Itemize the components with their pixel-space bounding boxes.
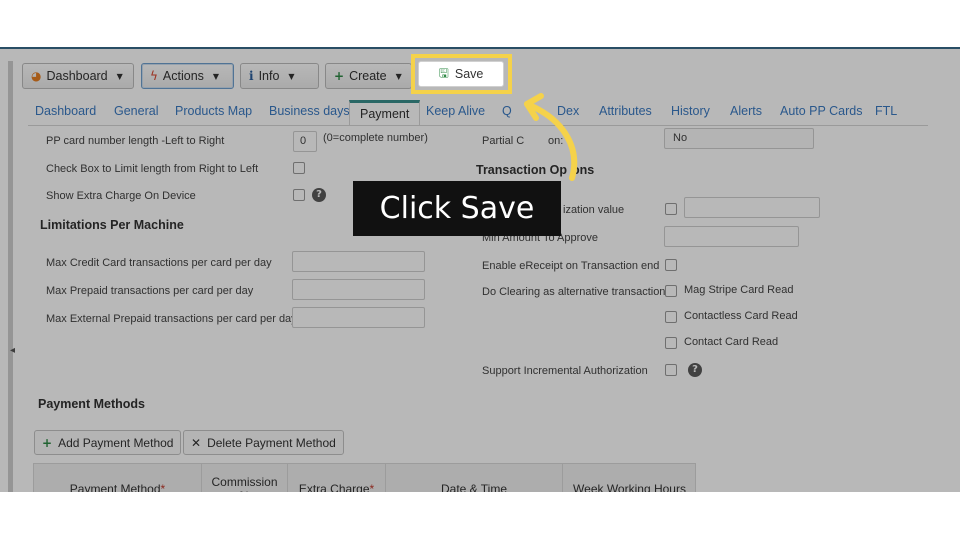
tab-q[interactable]: Q [502, 104, 512, 118]
add-payment-method-label: Add Payment Method [58, 435, 174, 450]
chevron-down-icon: ▼ [288, 71, 295, 81]
tab-dashboard[interactable]: Dashboard [35, 104, 96, 118]
actions-button[interactable]: ϟ Actions ▼ [141, 63, 234, 89]
delete-payment-method-label: Delete Payment Method [207, 435, 336, 450]
extra-charge-label: Show Extra Charge On Device [46, 190, 196, 202]
tab-payment[interactable]: Payment [349, 100, 421, 126]
pie-chart-icon: ◕ [31, 69, 42, 83]
chevron-down-icon: ▼ [395, 71, 402, 81]
floppy-disk-icon: 🖫 [438, 65, 449, 80]
ereceipt-label: Enable eReceipt on Transaction end [482, 260, 660, 272]
tooltip-text: Click Save [379, 191, 535, 226]
partial-confirmation-label-start: Partial C [482, 135, 525, 147]
incremental-auth-label: Support Incremental Authorization [482, 365, 648, 377]
max-credit-input[interactable] [292, 251, 425, 272]
tab-products-map[interactable]: Products Map [175, 104, 252, 118]
limitations-title: Limitations Per Machine [40, 218, 184, 232]
tab-ftl[interactable]: FTL [875, 104, 897, 118]
contactless-label: Contactless Card Read [684, 310, 798, 322]
payment-methods-grid-header: Payment Method* Commission % Extra Charg… [33, 463, 696, 492]
tab-alerts[interactable]: Alerts [730, 104, 762, 118]
max-prepaid-label: Max Prepaid transactions per card per da… [46, 285, 254, 297]
pp-length-input[interactable]: 0 [293, 131, 317, 152]
pp-length-label: PP card number length -Left to Right [46, 135, 225, 147]
add-payment-method-button[interactable]: + Add Payment Method [34, 430, 182, 455]
tab-attributes[interactable]: Attributes [599, 104, 652, 118]
left-rail [8, 61, 13, 492]
contactless-checkbox[interactable] [665, 311, 677, 323]
column-label: Commission % [211, 475, 278, 492]
tab-general[interactable]: General [114, 104, 158, 118]
transaction-options-title-start: Transaction Op [476, 163, 567, 177]
column-header-week-hours[interactable]: Week Working Hours [563, 464, 696, 492]
contact-checkbox[interactable] [665, 337, 677, 349]
ereceipt-checkbox[interactable] [665, 259, 677, 271]
clearing-label: Do Clearing as alternative transaction [482, 286, 666, 298]
question-circle-icon[interactable]: ? [688, 363, 702, 377]
max-prepaid-input[interactable] [292, 279, 425, 300]
dashboard-button[interactable]: ◕ Dashboard ▼ [22, 63, 134, 89]
column-label: Payment Method [69, 482, 161, 492]
close-icon: ✕ [191, 435, 202, 450]
plus-icon: + [334, 69, 345, 83]
save-button[interactable]: 🖫 Save [418, 61, 504, 87]
collapse-handle-icon[interactable]: ◂ [10, 345, 15, 356]
info-button-label: Info [258, 69, 280, 83]
info-icon: i [249, 69, 254, 83]
payment-methods-title: Payment Methods [38, 397, 145, 411]
question-circle-icon[interactable]: ? [312, 188, 326, 202]
tab-business-days[interactable]: Business days [269, 104, 350, 118]
column-label: Date & Time [440, 482, 508, 492]
chevron-down-icon: ▼ [212, 71, 220, 81]
tab-auto-pp-cards[interactable]: Auto PP Cards [780, 104, 862, 118]
create-button-label: Create [349, 69, 387, 83]
chevron-down-icon: ▼ [116, 71, 123, 81]
max-credit-label: Max Credit Card transactions per card pe… [46, 257, 272, 269]
column-header-date-time[interactable]: Date & Time [386, 464, 563, 492]
contact-label: Contact Card Read [684, 336, 779, 348]
limit-right-checkbox[interactable] [293, 162, 305, 174]
authorization-value-input[interactable] [684, 197, 820, 218]
partial-confirmation-select[interactable]: No [664, 128, 814, 149]
min-amount-input[interactable] [664, 226, 799, 247]
tab-keep-alive[interactable]: Keep Alive [426, 104, 485, 118]
delete-payment-method-button[interactable]: ✕ Delete Payment Method [183, 430, 344, 455]
tab-divider [28, 125, 928, 126]
save-button-label: Save [454, 67, 484, 81]
click-save-tooltip: Click Save [353, 181, 561, 236]
extra-charge-checkbox[interactable] [293, 189, 305, 201]
authorization-value-checkbox[interactable] [665, 203, 677, 215]
tab-bar: Dashboard General Products Map Business … [28, 100, 928, 126]
pp-length-hint: (0=complete number) [323, 132, 428, 144]
tab-dex[interactable]: Dex [557, 104, 579, 118]
limit-right-label: Check Box to Limit length from Right to … [46, 163, 259, 175]
bolt-icon: ϟ [150, 69, 158, 83]
column-label: Extra Charge [298, 482, 370, 492]
info-button[interactable]: i Info ▼ [240, 63, 319, 89]
column-header-extra-charge[interactable]: Extra Charge * [288, 464, 386, 492]
mag-stripe-checkbox[interactable] [665, 285, 677, 297]
column-header-payment-method[interactable]: Payment Method * [34, 464, 202, 492]
tab-history[interactable]: History [671, 104, 710, 118]
transaction-options-title-end: ons [572, 163, 595, 177]
dashboard-button-label: Dashboard [46, 69, 108, 83]
actions-button-label: Actions [162, 69, 204, 83]
authorization-value-label: ization value [563, 204, 625, 216]
partial-confirmation-label-end: on: [548, 135, 564, 147]
mag-stripe-label: Mag Stripe Card Read [684, 284, 794, 296]
create-button[interactable]: + Create ▼ [325, 63, 412, 89]
required-mark: * [369, 482, 375, 492]
max-external-prepaid-label: Max External Prepaid transactions per ca… [46, 313, 297, 325]
required-mark: * [160, 482, 166, 492]
app-window: ◂ ◕ Dashboard ▼ ϟ Actions ▼ i Info ▼ + C… [0, 47, 960, 492]
incremental-auth-checkbox[interactable] [665, 364, 677, 376]
max-external-prepaid-input[interactable] [292, 307, 425, 328]
column-header-commission[interactable]: Commission % [202, 464, 288, 492]
column-label: Week Working Hours [573, 482, 686, 492]
plus-icon: + [42, 435, 53, 450]
